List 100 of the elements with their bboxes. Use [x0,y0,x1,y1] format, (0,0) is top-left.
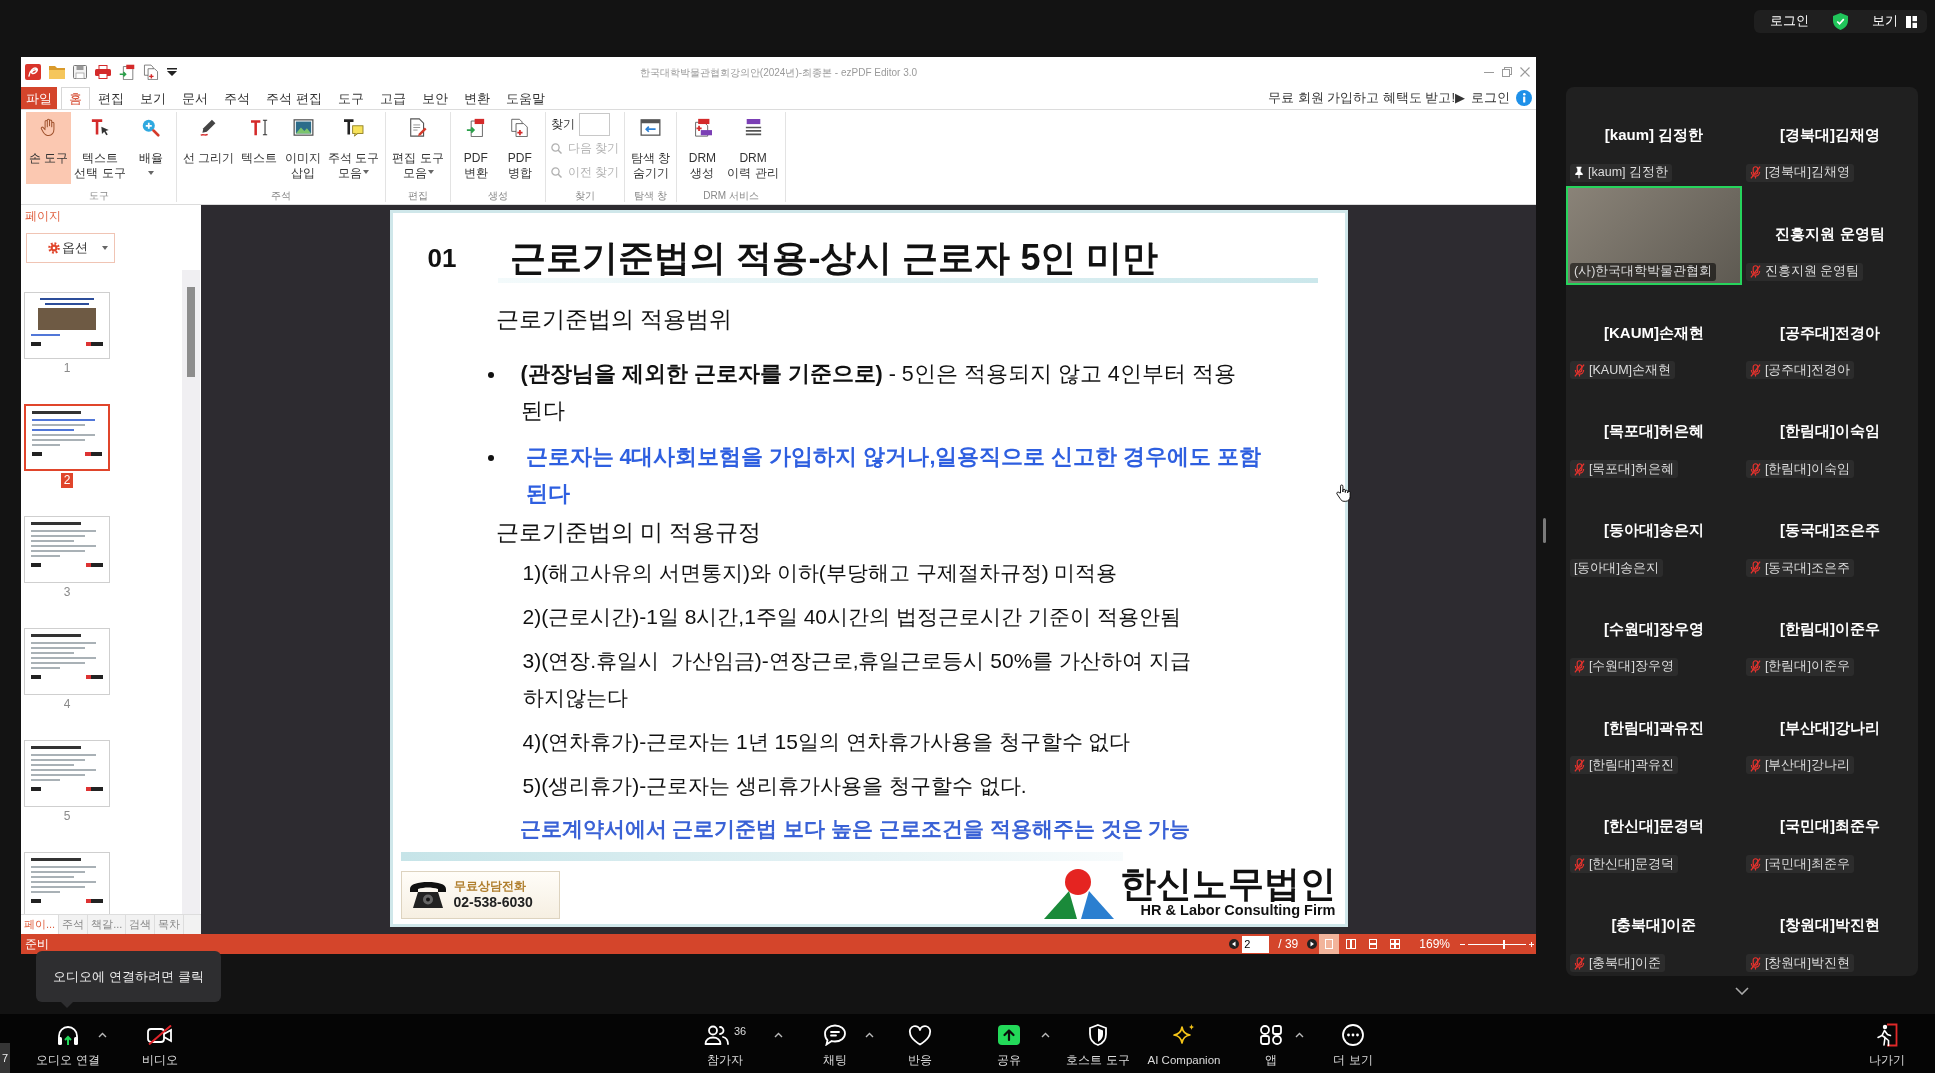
menu-tab[interactable]: 편집 [90,87,132,109]
resize-handle[interactable] [1543,518,1546,543]
view-button[interactable]: 보기 [1872,12,1917,31]
info-icon[interactable] [1516,90,1532,106]
menu-tab[interactable]: 문서 [174,87,216,109]
menu-tab[interactable]: 보안 [413,87,456,109]
ribbon-button[interactable]: 텍스트 선택 도구 [71,112,129,184]
document-arrow-icon[interactable] [119,64,135,80]
shield-icon [1088,1024,1108,1046]
restore-icon[interactable] [1502,67,1512,77]
previous-page-icon[interactable] [1229,939,1240,949]
zoom-slider-thumb[interactable] [1502,939,1505,949]
page-number: 1 [63,361,71,376]
view-button[interactable] [1319,934,1340,954]
single-page-icon [1325,939,1334,949]
ribbon-button[interactable]: 이미지 삽입 [281,112,326,184]
scroll-page-icon [1369,939,1378,949]
note-text: 근로계약서에서 근로기준법 보다 높은 근로조건을 적용해주는 것은 가능 [519,816,1191,842]
heart-icon [908,1024,932,1046]
menu-tab[interactable]: 주석 [216,87,258,109]
section-heading: 근로기준법의 미 적용규정 [495,518,762,547]
menu-tab[interactable]: 보기 [132,87,174,109]
page-thumbnail[interactable] [24,404,110,471]
scrollbar-track[interactable] [182,270,200,914]
scroll-two-page-icon [1390,939,1401,949]
zoom-in-icon[interactable] [1529,941,1534,947]
zoom-slider[interactable] [1468,939,1526,949]
documents-plus-icon[interactable] [143,64,159,80]
next-page-icon[interactable] [1307,939,1318,949]
ribbon-button[interactable]: DRM 생성 [680,112,725,184]
login-link[interactable]: 로그인 [1471,88,1510,108]
file-tab[interactable]: 파일 [21,87,57,109]
participants-button[interactable]: 36 참가자 [695,1014,755,1073]
app-logo-icon[interactable] [25,64,41,80]
menu-tab[interactable]: 홈 [61,87,90,109]
menu-tab[interactable]: 변환 [455,87,498,109]
list-item-text: 2)(근로시간)-1일 8시간,1주일 40시간의 법정근로시간 기준이 적용안됨 [522,604,1181,630]
caret-up-icon[interactable] [1041,1032,1050,1038]
menu-tab[interactable]: 고급 [371,87,414,109]
folder-icon[interactable] [49,65,65,79]
shield-check-icon[interactable] [1833,13,1848,30]
ai-companion-button[interactable]: AI Companion [1144,1014,1224,1073]
headphones-icon [56,1024,80,1046]
logo-mark-icon [1043,869,1114,919]
apps-button[interactable]: 앱 [1251,1014,1291,1073]
scrollbar-thumb[interactable] [187,287,195,377]
menu-tab[interactable]: 도구 [329,87,372,109]
participant-name: (사)한국대학박물관협회 [1574,263,1713,281]
login-link[interactable]: 로그인 [1770,12,1809,31]
more-button[interactable]: 더 보기 [1326,1014,1380,1073]
printer-icon[interactable] [95,65,111,79]
leave-button[interactable]: 나가기 [1863,1014,1911,1073]
menu-tab[interactable]: 도움말 [497,87,553,109]
host-tools-button[interactable]: 호스트 도구 [1066,1014,1130,1073]
chat-icon [823,1024,847,1046]
ribbon-button[interactable]: 편집 도구 모음 [389,112,447,184]
caret-up-icon[interactable] [774,1032,783,1038]
group-label: DRM 서비스 [702,190,760,202]
ribbon-button[interactable]: DRM 이력 관리 [724,112,782,184]
ribbon-button[interactable]: PDF 변환 [453,112,498,184]
caret-up-icon[interactable] [865,1032,874,1038]
page-field[interactable]: 2 [1242,935,1270,953]
close-icon[interactable] [1520,67,1530,77]
reactions-button[interactable]: 반응 [896,1014,944,1073]
ribbon-button[interactable]: 배율 [128,112,173,184]
panel-tab[interactable]: 페이... [21,915,60,934]
chat-button[interactable]: 채팅 [811,1014,859,1073]
minimize-icon[interactable] [1484,71,1494,73]
chevron-down-icon[interactable] [1735,987,1749,995]
save-icon[interactable] [73,65,87,79]
participant-display-name: [창원대]박진현 [1780,915,1880,936]
join-audio-button[interactable]: 오디오 연결 [38,1014,98,1073]
shapes-icon [1259,1024,1283,1046]
find-field[interactable] [578,112,610,136]
options-button[interactable]: 옵션 [26,233,115,263]
dropdown-icon[interactable] [167,68,177,76]
video-button[interactable]: 비디오 [129,1014,191,1073]
share-button[interactable]: 공유 [985,1014,1033,1073]
page-number: 2 [60,473,74,488]
ribbon-button[interactable]: 손 도구 [26,112,72,184]
ribbon-button[interactable]: PDF 병합 [497,112,542,184]
audio-tooltip: 오디오에 연결하려면 클릭 [36,951,221,1008]
caret-up-icon[interactable] [1295,1032,1304,1038]
slide-title: 근로기준법의 적용-상시 근로자 5인 미만 [510,238,1159,278]
menu-tab[interactable]: 주석 편집 [258,87,330,109]
document-arrow-icon [466,117,486,137]
document-pen-icon [409,117,428,137]
promo-link[interactable]: 무료 회원 가입하고 혜택도 받고!▶ [1267,88,1465,108]
ribbon-button[interactable]: 탐색 창 숨기기 [628,112,674,184]
ribbon-button[interactable]: 텍스트 [237,112,282,184]
list-item-text: 3)(연장.휴일시 가산임금)-연장근로,휴일근로등시 50%를 가산하여 지급 하지않는다 [522,648,1193,711]
share-icon [998,1025,1020,1045]
list-tag-icon [743,118,763,136]
participant-name: [한림대]이숙임 [1765,460,1850,478]
ribbon-button[interactable]: 선 그리기 [179,112,238,184]
participant-display-name: [한신대]문경덕 [1604,816,1704,837]
group-label: 찾기 [573,190,596,202]
ribbon-button[interactable]: 주석 도구 모음 [325,112,383,184]
caret-up-icon[interactable] [98,1032,107,1038]
bullet-text: 근로자는 4대사회보험을 가입하지 않거나,일용직으로 신고한 경우에도 포함 된다 [524,444,1263,508]
